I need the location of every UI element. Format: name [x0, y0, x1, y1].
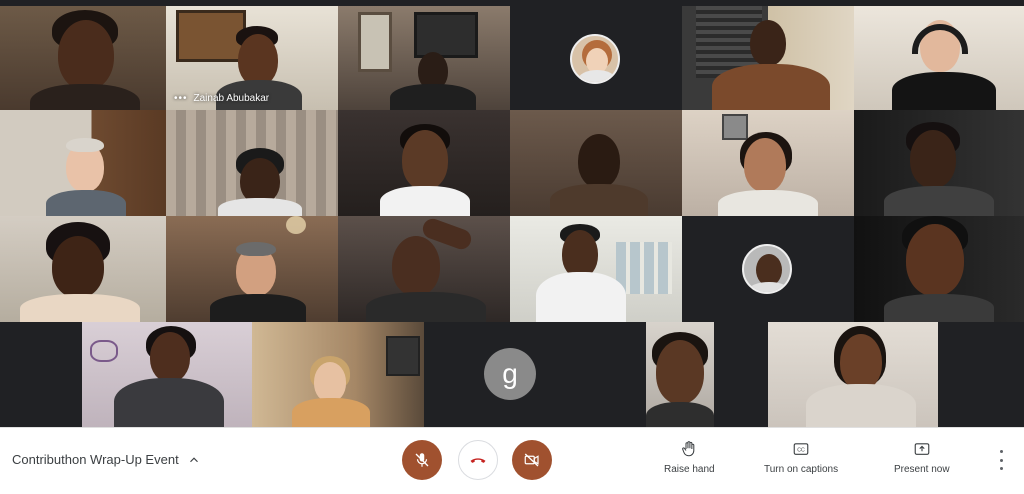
participant-tile[interactable]	[338, 216, 510, 322]
participant-tile[interactable]	[510, 6, 682, 110]
participant-tile[interactable]	[338, 6, 510, 110]
participant-tile[interactable]: g	[424, 322, 596, 427]
more-dots-icon[interactable]: •••	[174, 93, 188, 104]
leave-call-button[interactable]	[458, 440, 498, 480]
participant-tile[interactable]: ••• Zainab Abubakar	[166, 6, 338, 110]
meeting-details-toggle[interactable]: Contributhon Wrap-Up Event	[12, 452, 201, 467]
participant-tile[interactable]	[166, 110, 338, 216]
participant-avatar	[742, 244, 792, 294]
video-grid: ••• Zainab Abubakar g	[0, 0, 1024, 427]
participant-tile[interactable]	[854, 110, 1024, 216]
participant-tile[interactable]	[682, 6, 854, 110]
mic-off-icon	[415, 453, 429, 467]
participant-tile[interactable]	[252, 322, 424, 427]
participant-tile[interactable]	[0, 110, 166, 216]
mic-toggle-button[interactable]	[402, 440, 442, 480]
present-icon	[914, 443, 930, 455]
camera-off-icon	[524, 453, 539, 467]
participant-tile[interactable]	[854, 216, 1024, 322]
participant-tile[interactable]	[510, 110, 682, 216]
participant-tile[interactable]	[510, 216, 682, 322]
more-vert-icon	[999, 450, 1003, 453]
raise-hand-button[interactable]: Raise hand	[664, 440, 715, 475]
avatar-letter: g	[502, 358, 518, 389]
participant-tile[interactable]	[682, 216, 854, 322]
camera-toggle-button[interactable]	[512, 440, 552, 480]
svg-text:CC: CC	[797, 447, 805, 453]
chevron-up-icon	[189, 456, 198, 462]
captions-icon: CC	[793, 443, 809, 455]
participant-tile[interactable]	[166, 216, 338, 322]
more-options-button[interactable]	[994, 450, 1008, 470]
participant-tile[interactable]	[338, 110, 510, 216]
meeting-title: Contributhon Wrap-Up Event	[12, 452, 179, 467]
meeting-control-bar: Contributhon Wrap-Up Event Raise hand CC…	[0, 427, 1024, 494]
letter-avatar: g	[484, 348, 536, 400]
participant-tile[interactable]	[768, 322, 938, 427]
captions-label: Turn on captions	[764, 464, 839, 475]
participant-tile[interactable]	[646, 322, 714, 427]
captions-button[interactable]: CC Turn on captions	[764, 440, 838, 475]
participant-avatar	[570, 34, 620, 84]
present-now-button[interactable]: Present now	[894, 440, 950, 475]
participant-tile[interactable]	[82, 322, 252, 427]
present-now-label: Present now	[894, 464, 950, 475]
participant-tile[interactable]	[682, 110, 854, 216]
participant-tile[interactable]	[0, 6, 166, 110]
participant-tile[interactable]	[854, 6, 1024, 110]
participant-tile[interactable]	[0, 216, 166, 322]
participant-name: ••• Zainab Abubakar	[174, 93, 270, 104]
hand-icon	[682, 441, 695, 457]
hang-up-icon	[470, 458, 486, 463]
raise-hand-label: Raise hand	[664, 464, 715, 475]
